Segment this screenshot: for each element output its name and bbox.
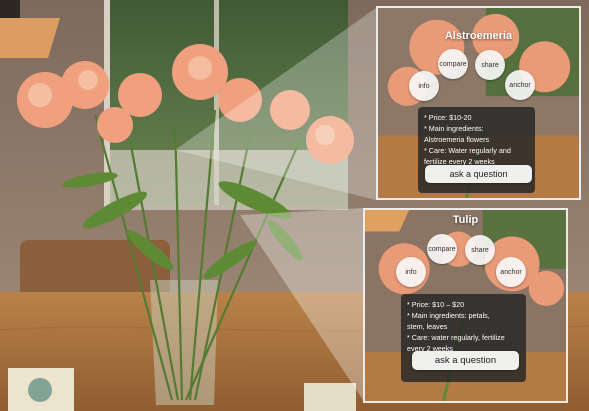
detail-ingredients-label: * Main ingredients: petals, — [407, 311, 490, 320]
share-button[interactable]: share — [475, 50, 505, 80]
detail-care: * Care: water regularly, fertilize — [407, 333, 505, 342]
detail-ingredients-label: * Main ingredients: — [424, 124, 484, 133]
share-button[interactable]: share — [465, 235, 495, 265]
anchor-button-label: anchor — [500, 268, 522, 276]
ar-panel-alstroemeria: Alstroemeria info compare share anchor *… — [376, 6, 581, 200]
info-button-label: info — [418, 82, 430, 90]
ar-scene: Alstroemeria info compare share anchor *… — [0, 0, 589, 411]
panel-title: Alstroemeria — [444, 30, 513, 42]
detail-care: * Care: Water regularly and — [424, 146, 511, 155]
panel-title: Tulip — [452, 214, 479, 226]
detail-price: * Price: $10 – $20 — [407, 300, 465, 309]
detail-price: * Price: $10-20 — [424, 113, 472, 122]
detail-ingredients: Alstroemeria flowers — [424, 135, 490, 144]
compare-button[interactable]: compare — [438, 49, 468, 79]
ask-question-button[interactable]: ask a question — [425, 165, 532, 183]
anchor-button[interactable]: anchor — [505, 70, 535, 100]
compare-button-label: compare — [439, 60, 467, 68]
info-button[interactable]: info — [396, 257, 426, 287]
anchor-button[interactable]: anchor — [496, 257, 526, 287]
anchor-button-label: anchor — [509, 81, 531, 89]
share-button-label: share — [481, 61, 499, 69]
ar-panel-tulip: Tulip info compare share anchor * Price:… — [363, 208, 568, 403]
ask-question-button[interactable]: ask a question — [412, 351, 519, 370]
info-button-label: info — [405, 268, 417, 276]
share-button-label: share — [471, 246, 489, 254]
detail-ingredients: stem, leaves — [407, 322, 448, 331]
compare-button[interactable]: compare — [427, 234, 457, 264]
compare-button-label: compare — [428, 245, 456, 253]
info-button[interactable]: info — [409, 71, 439, 101]
